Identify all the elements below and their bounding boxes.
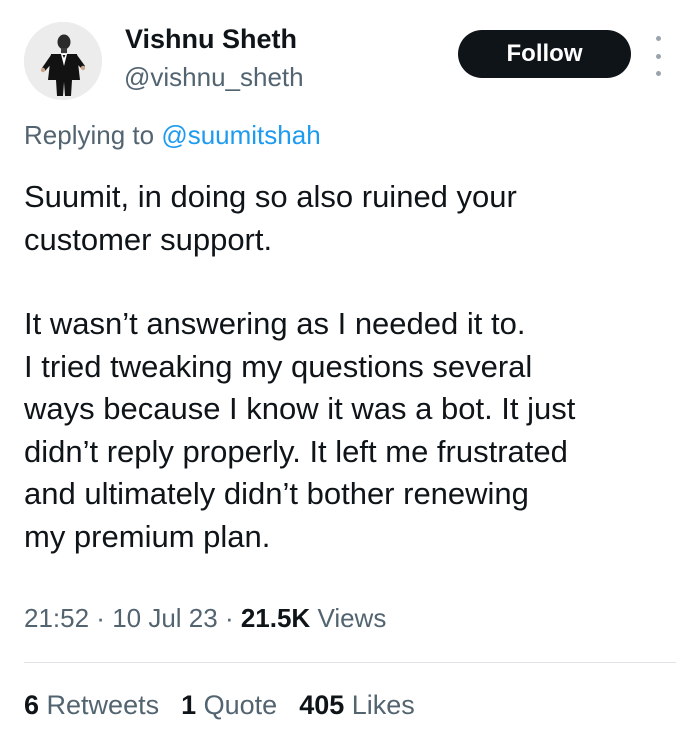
views-count: 21.5K xyxy=(240,603,311,633)
dot xyxy=(655,53,661,59)
likes-stat[interactable]: 405 Likes xyxy=(299,690,415,721)
likes-count: 405 xyxy=(299,690,345,720)
vertical-ellipsis-icon[interactable] xyxy=(650,36,666,76)
reply-mention-link[interactable]: @suumitshah xyxy=(161,120,320,150)
quotes-stat[interactable]: 1 Quote xyxy=(181,690,277,721)
follow-button[interactable]: Follow xyxy=(458,30,631,78)
tuxedo-man-avatar-icon xyxy=(24,22,102,100)
divider xyxy=(24,662,676,663)
retweets-stat[interactable]: 6 Retweets xyxy=(24,690,159,721)
retweets-count: 6 xyxy=(24,690,40,720)
avatar[interactable] xyxy=(24,22,102,100)
meta-separator: · xyxy=(89,603,113,633)
quotes-count: 1 xyxy=(181,690,197,720)
likes-label: Likes xyxy=(344,690,415,720)
tweet-card: Vishnu Sheth @vishnu_sheth Follow Replyi… xyxy=(0,0,700,742)
retweets-label: Retweets xyxy=(39,690,160,720)
tweet-date[interactable]: 10 Jul 23 xyxy=(112,603,218,633)
tweet-time[interactable]: 21:52 xyxy=(24,603,89,633)
quotes-label: Quote xyxy=(196,690,278,720)
author-display-name[interactable]: Vishnu Sheth xyxy=(125,24,297,55)
replying-to-label: Replying to xyxy=(24,120,162,150)
dot xyxy=(655,36,661,41)
tweet-meta: 21:52 · 10 Jul 23 · 21.5K Views xyxy=(24,603,386,634)
dot xyxy=(655,71,661,76)
views-label: Views xyxy=(310,603,387,633)
tweet-paragraph: It wasn’t answering as I needed it to. I… xyxy=(24,306,576,554)
engagement-stats: 6 Retweets 1 Quote 405 Likes xyxy=(24,690,415,721)
replying-to-line: Replying to @suumitshah xyxy=(24,120,321,151)
tweet-paragraph: Suumit, in doing so also ruined your cus… xyxy=(24,179,517,257)
author-handle[interactable]: @vishnu_sheth xyxy=(124,62,304,93)
meta-separator: · xyxy=(217,603,241,633)
tweet-text: Suumit, in doing so also ruined your cus… xyxy=(24,176,684,558)
